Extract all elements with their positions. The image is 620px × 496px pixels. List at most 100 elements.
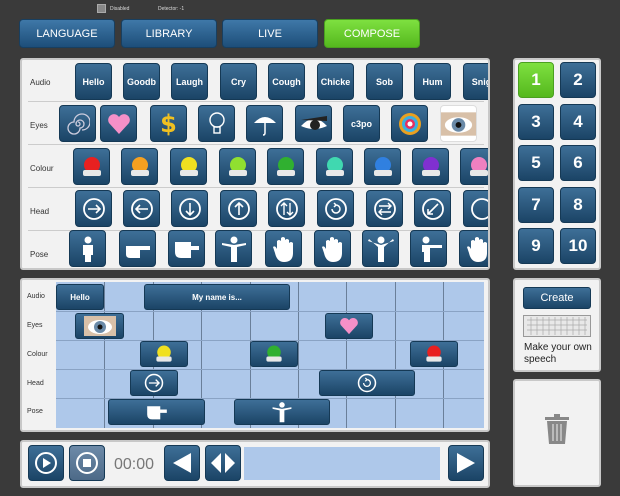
timeline-label-pose: Pose xyxy=(27,408,43,415)
time-readout: 00:00 xyxy=(114,456,155,473)
detector-readout: Detector: -1 xyxy=(158,6,185,12)
point-side-icon[interactable] xyxy=(410,230,447,267)
stop-icon xyxy=(76,452,98,474)
audio-sob[interactable]: Sob xyxy=(366,63,403,100)
slot-7[interactable]: 7 xyxy=(518,187,554,223)
colour-purple[interactable] xyxy=(412,148,449,185)
colour-pink[interactable] xyxy=(460,148,488,185)
head-more-icon[interactable] xyxy=(463,190,488,227)
audio-cry[interactable]: Cry xyxy=(220,63,257,100)
head-rotate-icon[interactable] xyxy=(317,190,354,227)
disabled-label: Disabled xyxy=(110,6,130,12)
tab-live[interactable]: LIVE xyxy=(222,19,318,48)
tab-library[interactable]: LIBRARY xyxy=(121,19,217,48)
play-icon xyxy=(35,452,57,474)
playback-progress-area[interactable] xyxy=(244,447,440,480)
wave-icon[interactable] xyxy=(314,230,351,267)
disabled-checkbox[interactable] xyxy=(97,4,106,13)
timeline-clip-arms-out[interactable] xyxy=(234,399,330,425)
colour-yellow[interactable] xyxy=(170,148,207,185)
stop-button[interactable] xyxy=(69,445,105,481)
triangle-right-icon xyxy=(457,453,475,473)
timeline-clip-head-rotate[interactable] xyxy=(319,370,415,396)
slot-6[interactable]: 6 xyxy=(560,145,596,181)
timeline-label-audio: Audio xyxy=(27,293,45,300)
colour-orange[interactable] xyxy=(121,148,158,185)
slot-1[interactable]: 1 xyxy=(518,62,554,98)
tab-compose[interactable]: COMPOSE xyxy=(324,19,420,48)
colour-red[interactable] xyxy=(73,148,110,185)
create-description: Make your own speech xyxy=(524,342,592,365)
slot-5[interactable]: 5 xyxy=(518,145,554,181)
stand-icon[interactable] xyxy=(69,230,106,267)
head-down-icon[interactable] xyxy=(171,190,208,227)
point-hand-icon[interactable] xyxy=(168,230,205,267)
timeline-clip-eye[interactable] xyxy=(75,313,124,339)
slot-8[interactable]: 8 xyxy=(560,187,596,223)
library-panel: Audio Eyes Colour Head Pose Hello Goodb … xyxy=(20,58,490,270)
timeline-clip-heart[interactable] xyxy=(325,313,373,339)
audio-cough[interactable]: Cough xyxy=(268,63,305,100)
row-label-pose: Pose xyxy=(30,250,49,259)
timeline-clip-point[interactable] xyxy=(108,399,205,425)
slot-10[interactable]: 10 xyxy=(560,228,596,264)
colour-green[interactable] xyxy=(267,148,304,185)
c3po-eyes[interactable]: c3po xyxy=(343,105,380,142)
trash-icon[interactable] xyxy=(545,414,569,444)
row-label-colour: Colour xyxy=(30,164,54,173)
head-updown-icon[interactable] xyxy=(268,190,305,227)
point-right-icon[interactable] xyxy=(119,230,156,267)
starburst-icon[interactable] xyxy=(391,105,428,142)
audio-laugh[interactable]: Laugh xyxy=(171,63,208,100)
palm-icon[interactable] xyxy=(265,230,302,267)
play-button[interactable] xyxy=(28,445,64,481)
umbrella-icon[interactable] xyxy=(246,105,283,142)
real-eye-icon[interactable] xyxy=(440,105,477,142)
row-label-head: Head xyxy=(30,207,50,216)
row-label-eyes: Eyes xyxy=(30,121,48,130)
head-swap-icon[interactable] xyxy=(366,190,403,227)
timeline-label-colour: Colour xyxy=(27,351,48,358)
slot-9[interactable]: 9 xyxy=(518,228,554,264)
expand-icon xyxy=(211,453,235,473)
timeline-label-head: Head xyxy=(27,380,44,387)
keyboard-icon xyxy=(523,315,591,337)
tab-language[interactable]: LANGUAGE xyxy=(19,19,115,48)
hand-more-icon[interactable] xyxy=(459,230,488,267)
timeline-clip-head-right[interactable] xyxy=(130,370,178,396)
audio-goodbye[interactable]: Goodb xyxy=(123,63,160,100)
arms-out-icon[interactable] xyxy=(215,230,252,267)
status-bar: Disabled Detector: -1 xyxy=(0,0,620,16)
fit-button[interactable] xyxy=(205,445,241,481)
slot-3[interactable]: 3 xyxy=(518,104,554,140)
timeline-clip-green[interactable] xyxy=(250,341,298,367)
timeline-label-eyes: Eyes xyxy=(27,322,43,329)
audio-hello[interactable]: Hello xyxy=(75,63,112,100)
timeline-clip-yellow[interactable] xyxy=(140,341,188,367)
colour-lime[interactable] xyxy=(219,148,256,185)
lightbulb-icon[interactable] xyxy=(198,105,235,142)
timeline-clip-red[interactable] xyxy=(410,341,458,367)
colour-blue[interactable] xyxy=(364,148,401,185)
step-forward-button[interactable] xyxy=(448,445,484,481)
dollar-icon[interactable]: $ xyxy=(150,105,187,142)
slot-2[interactable]: 2 xyxy=(560,62,596,98)
shrug-icon[interactable] xyxy=(362,230,399,267)
head-up-icon[interactable] xyxy=(220,190,257,227)
head-right-icon[interactable] xyxy=(75,190,112,227)
slot-4[interactable]: 4 xyxy=(560,104,596,140)
colour-teal[interactable] xyxy=(316,148,353,185)
row-label-audio: Audio xyxy=(30,78,51,87)
head-tilt-icon[interactable] xyxy=(414,190,451,227)
timeline-clip-my-name[interactable]: My name is... xyxy=(144,284,290,310)
eye-dark-icon[interactable] xyxy=(295,105,332,142)
heart-icon[interactable] xyxy=(100,105,137,142)
audio-hum[interactable]: Hum xyxy=(414,63,451,100)
audio-chicken[interactable]: Chicke xyxy=(317,63,354,100)
audio-snigger[interactable]: Snig xyxy=(463,63,488,100)
timeline-clip-hello[interactable]: Hello xyxy=(56,284,104,310)
head-left-icon[interactable] xyxy=(123,190,160,227)
spiral-icon[interactable] xyxy=(59,105,96,142)
create-button[interactable]: Create xyxy=(523,287,591,309)
step-back-button[interactable] xyxy=(164,445,200,481)
